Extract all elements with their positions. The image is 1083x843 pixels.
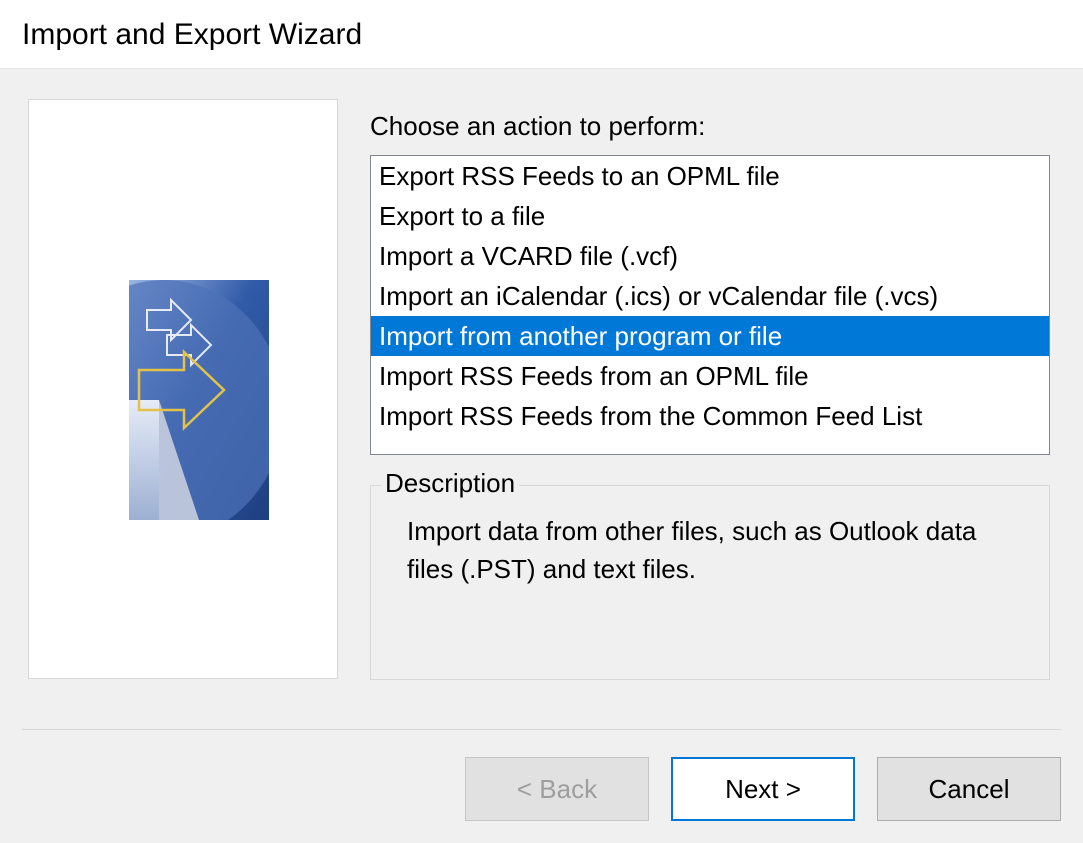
window-title: Import and Export Wizard [22,18,1083,52]
client-area: Choose an action to perform: Export RSS … [0,68,1083,843]
action-listbox[interactable]: Export RSS Feeds to an OPML fileExport t… [370,155,1050,455]
action-list-item[interactable]: Export to a file [371,196,1049,236]
wizard-window: Import and Export Wizard [0,0,1083,843]
button-separator [22,729,1061,730]
wizard-image-frame [28,99,338,679]
action-list-item[interactable]: Import a VCARD file (.vcf) [371,236,1049,276]
description-text: Import data from other files, such as Ou… [371,486,1049,588]
titlebar: Import and Export Wizard [0,0,1083,68]
description-legend: Description [381,468,519,499]
back-button[interactable]: < Back [465,757,649,821]
description-group: Description Import data from other files… [370,485,1050,680]
next-button[interactable]: Next > [671,757,855,821]
wizard-arrow-graphic-icon [129,280,269,520]
action-list-item[interactable]: Export RSS Feeds to an OPML file [371,156,1049,196]
instruction-label: Choose an action to perform: [370,111,705,142]
cancel-button[interactable]: Cancel [877,757,1061,821]
button-row: < Back Next > Cancel [465,757,1061,821]
action-list-item[interactable]: Import RSS Feeds from the Common Feed Li… [371,396,1049,436]
action-list-item[interactable]: Import from another program or file [371,316,1049,356]
action-list-item[interactable]: Import RSS Feeds from an OPML file [371,356,1049,396]
action-list-item[interactable]: Import an iCalendar (.ics) or vCalendar … [371,276,1049,316]
